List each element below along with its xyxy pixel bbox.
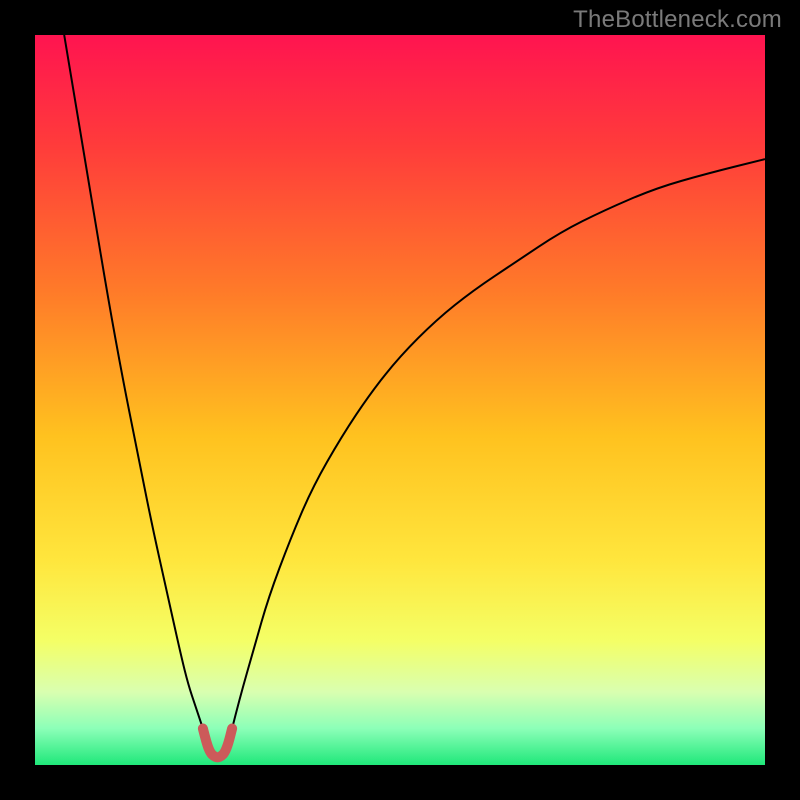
- chart-svg: [35, 35, 765, 765]
- gradient-background: [35, 35, 765, 765]
- plot-area: [35, 35, 765, 765]
- watermark-text: TheBottleneck.com: [573, 6, 782, 34]
- chart-frame: TheBottleneck.com: [0, 0, 800, 800]
